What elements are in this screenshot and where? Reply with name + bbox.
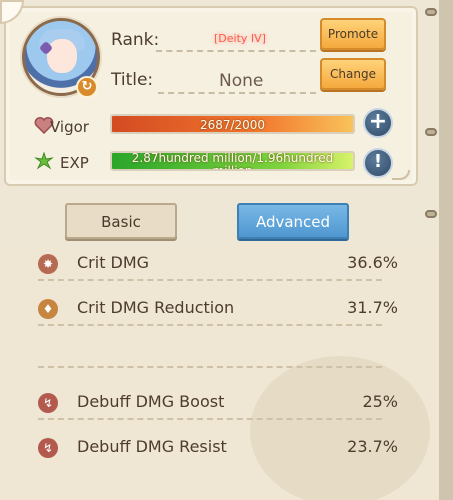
stat-name: Debuff DMG Resist — [77, 437, 227, 456]
stat-name: Crit DMG — [77, 253, 150, 272]
avatar-face — [47, 39, 77, 73]
exp-bar: 2.87hundred million/1.96hundred million — [110, 151, 355, 171]
exp-info-button[interactable]: ! — [363, 148, 393, 178]
vigor-bar: 2687/2000 — [110, 114, 355, 134]
stat-value: 23.7% — [347, 437, 398, 456]
title-label: Title: — [111, 70, 154, 90]
stat-name: Debuff DMG Boost — [77, 392, 225, 411]
stat-value: 36.6% — [347, 253, 398, 272]
refresh-icon[interactable]: ↻ — [76, 76, 98, 98]
vigor-label: Vigor — [50, 118, 89, 136]
corner-curl-decoration — [392, 170, 410, 180]
exp-label: EXP — [60, 154, 89, 172]
stat-row-debuff-dmg-boost: ↯ Debuff DMG Boost 25% — [34, 389, 404, 417]
spiral-ring — [425, 8, 437, 16]
resist-icon: ↯ — [38, 438, 58, 458]
rank-value: [Deity IV] — [214, 32, 266, 45]
debuff-icon: ↯ — [38, 393, 58, 413]
rank-underline — [156, 50, 316, 52]
spiral-ring — [425, 128, 437, 136]
change-button[interactable]: Change — [320, 58, 386, 90]
stat-value: 25% — [362, 392, 398, 411]
exp-star-icon — [34, 152, 54, 170]
stat-row-crit-dmg-reduction: ♦ Crit DMG Reduction 31.7% — [34, 295, 404, 323]
stat-name: Crit DMG Reduction — [77, 298, 235, 317]
tab-basic[interactable]: Basic — [65, 203, 177, 239]
title-underline — [158, 92, 316, 94]
row-divider — [38, 324, 382, 326]
row-divider — [38, 366, 382, 368]
row-divider — [38, 418, 382, 420]
title-value: None — [219, 71, 264, 91]
rank-label: Rank: — [111, 30, 160, 50]
spiral-ring — [425, 210, 437, 218]
profile-card: ↻ Rank: [Deity IV] Title: None Promote C… — [4, 6, 418, 186]
stat-row-debuff-dmg-resist: ↯ Debuff DMG Resist 23.7% — [34, 434, 404, 462]
shield-icon: ♦ — [38, 299, 58, 319]
stat-row-crit-dmg: ✸ Crit DMG 36.6% — [34, 250, 404, 278]
crit-icon: ✸ — [38, 254, 58, 274]
exp-value: 2.87hundred million/1.96hundred million — [131, 151, 334, 171]
row-divider — [38, 279, 382, 281]
add-vigor-button[interactable]: + — [363, 108, 393, 138]
promote-button[interactable]: Promote — [320, 18, 386, 50]
vigor-value: 2687/2000 — [199, 118, 266, 132]
stat-value: 31.7% — [347, 298, 398, 317]
tab-advanced[interactable]: Advanced — [237, 203, 349, 239]
